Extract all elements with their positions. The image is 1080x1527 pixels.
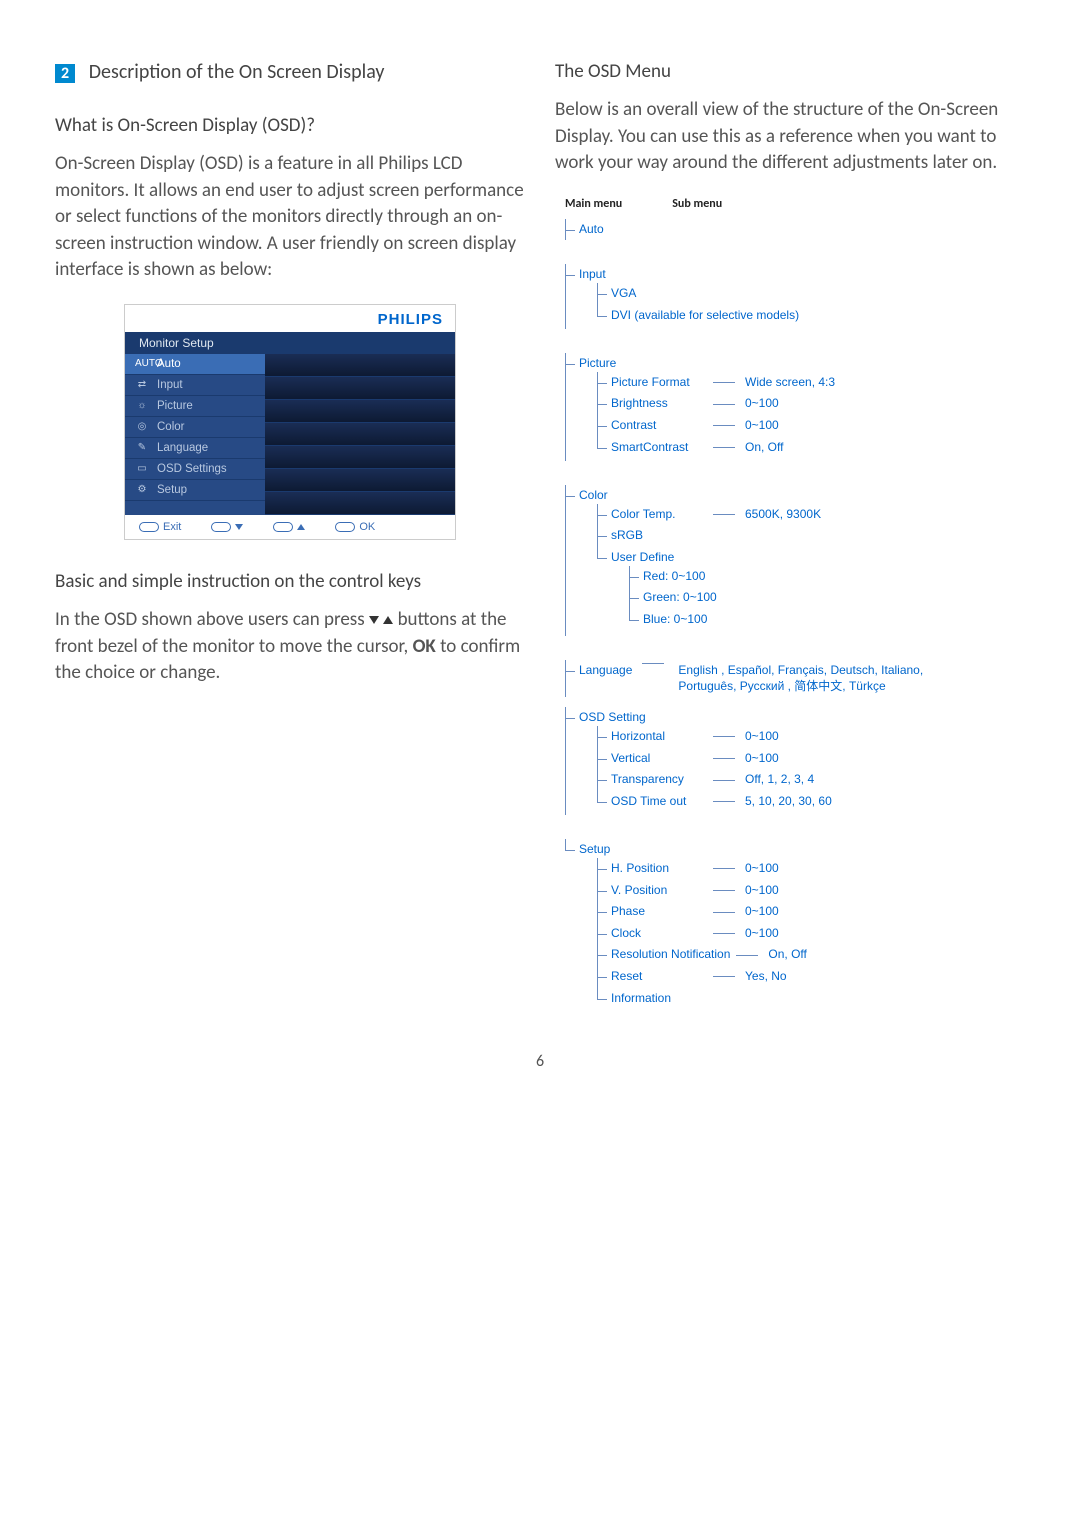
up-arrow-icon <box>383 616 393 624</box>
tree-node: TransparencyOff, 1, 2, 3, 4 <box>597 769 1025 791</box>
section-title: Description of the On Screen Display <box>89 60 385 84</box>
tree-node: VGA <box>597 283 1025 305</box>
instruction-heading: Basic and simple instruction on the cont… <box>55 570 525 593</box>
osd-menu-label: Setup <box>157 484 187 496</box>
tree-node: Contrast0~100 <box>597 415 1025 437</box>
right-column: The OSD Menu Below is an overall view of… <box>555 60 1025 1012</box>
osd-menu-label: Input <box>157 379 183 391</box>
page-number: 6 <box>0 1052 1080 1111</box>
section-number-badge: 2 <box>55 64 75 83</box>
tree-node: H. Position0~100 <box>597 858 1025 880</box>
tree-node: OSD Time out5, 10, 20, 30, 60 <box>597 791 1025 813</box>
osd-menu-label: Color <box>157 421 184 433</box>
osd-menu-label: Language <box>157 442 208 454</box>
osd-menu-icon: ◎ <box>135 421 149 432</box>
osd-menu-icon: ▭ <box>135 463 149 474</box>
tree-node: SmartContrastOn, Off <box>597 437 1025 459</box>
tree-osd-setting: OSD Setting Horizontal0~100Vertical0~100… <box>565 707 1025 815</box>
tree-node: Information <box>597 988 1025 1010</box>
tree-node: Resolution NotificationOn, Off <box>597 944 1025 966</box>
osd-menu-item[interactable]: ◎ Color <box>125 417 265 438</box>
osd-ok-button[interactable]: OK <box>335 521 375 533</box>
sub-menu-label: Sub menu <box>672 197 722 211</box>
tree-node: Phase0~100 <box>597 901 1025 923</box>
what-is-osd-body: On-Screen Display (OSD) is a feature in … <box>55 151 525 284</box>
tree-node: V. Position0~100 <box>597 880 1025 902</box>
tree-setup: Setup H. Position0~100V. Position0~100Ph… <box>565 839 1025 1012</box>
osd-brand: PHILIPS <box>125 305 455 332</box>
tree-color-temp: Color Temp.6500K, 9300K <box>597 504 1025 526</box>
osd-menu-item[interactable]: ✎ Language <box>125 438 265 459</box>
ok-label: OK <box>413 635 436 658</box>
osd-menu-item[interactable]: ⇄ Input <box>125 375 265 396</box>
instruction-body: In the OSD shown above users can press b… <box>55 607 525 687</box>
osd-panel: PHILIPS Monitor Setup AUTO Auto ⇄ Input ☼ Pic… <box>124 304 456 540</box>
tree-node: Horizontal0~100 <box>597 726 1025 748</box>
tree-header: Main menu Sub menu <box>565 197 1025 211</box>
osd-tree: Auto Input VGADVI (available for selecti… <box>555 219 1025 1012</box>
tree-input: Input VGADVI (available for selective mo… <box>565 264 1025 329</box>
osd-menu-item[interactable]: ☼ Picture <box>125 396 265 417</box>
osd-up-button[interactable] <box>273 521 305 533</box>
osd-menu-list: AUTO Auto ⇄ Input ☼ Picture ◎ Color ✎ Language ▭ OS… <box>125 354 265 515</box>
tree-picture: Picture Picture FormatWide screen, 4:3Br… <box>565 353 1025 461</box>
osd-menu-item[interactable]: AUTO Auto <box>125 354 265 375</box>
osd-menu-label: Picture <box>157 400 193 412</box>
tree-srgb: sRGB <box>597 525 1025 547</box>
osd-down-button[interactable] <box>211 521 243 533</box>
tree-user-define: User Define Red: 0~100Green: 0~100Blue: … <box>597 547 1025 633</box>
osd-menu-icon: ⇄ <box>135 379 149 390</box>
osd-menu-icon: ✎ <box>135 442 149 453</box>
osd-menu-heading: The OSD Menu <box>555 60 1025 83</box>
tree-node: Vertical0~100 <box>597 748 1025 770</box>
osd-menu-label: OSD Settings <box>157 463 227 475</box>
osd-menu-item[interactable]: ▭ OSD Settings <box>125 459 265 480</box>
left-column: 2 Description of the On Screen Display W… <box>55 60 525 1012</box>
tree-node: Red: 0~100 <box>629 566 1025 588</box>
osd-menu-item[interactable]: ⚙ Setup <box>125 480 265 501</box>
section-heading: 2 Description of the On Screen Display <box>55 60 525 84</box>
tree-color: Color Color Temp.6500K, 9300K sRGB User … <box>565 485 1025 636</box>
tree-node: DVI (available for selective models) <box>597 305 1025 327</box>
osd-menu-icon: ☼ <box>135 400 149 411</box>
tree-auto: Auto <box>565 219 1025 241</box>
osd-menu-icon: ⚙ <box>135 484 149 495</box>
what-is-osd-heading: What is On-Screen Display (OSD)? <box>55 114 525 137</box>
tree-node: Blue: 0~100 <box>629 609 1025 631</box>
tree-node: Green: 0~100 <box>629 587 1025 609</box>
tree-node: Brightness0~100 <box>597 393 1025 415</box>
osd-exit-button[interactable]: Exit <box>139 521 181 533</box>
tree-node: ResetYes, No <box>597 966 1025 988</box>
tree-node: Picture FormatWide screen, 4:3 <box>597 372 1025 394</box>
tree-node: Clock0~100 <box>597 923 1025 945</box>
osd-menu-body: Below is an overall view of the structur… <box>555 97 1025 177</box>
osd-menu-icon: AUTO <box>135 358 149 369</box>
osd-titlebar: Monitor Setup <box>125 332 455 354</box>
osd-menu-label: Auto <box>157 358 181 370</box>
osd-footer: Exit OK <box>125 515 455 539</box>
down-arrow-icon <box>369 616 379 624</box>
main-menu-label: Main menu <box>565 197 622 211</box>
osd-content-area <box>265 354 455 515</box>
tree-language: Language English , Español, Français, De… <box>565 660 1025 697</box>
